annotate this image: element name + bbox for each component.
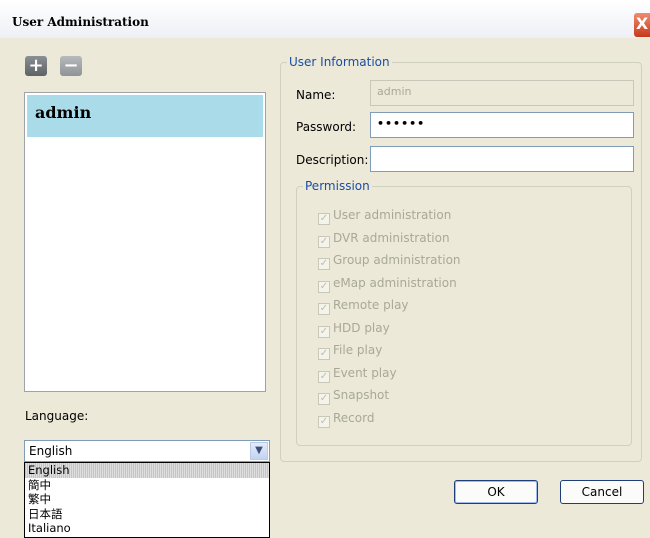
permission-emap-administration: ✓ eMap administration <box>318 276 457 294</box>
permission-legend: Permission <box>303 179 372 193</box>
permission-label: Group administration <box>333 253 461 267</box>
checkbox-icon: ✓ <box>318 393 330 405</box>
permission-label: eMap administration <box>333 276 457 290</box>
ok-button[interactable]: OK <box>454 480 538 504</box>
language-option-simplified-chinese[interactable]: 簡中 <box>25 478 269 493</box>
permission-file-play: ✓ File play <box>318 343 382 361</box>
language-option-japanese[interactable]: 日本語 <box>25 507 269 522</box>
language-select[interactable]: English ▼ <box>24 440 270 462</box>
checkbox-icon: ✓ <box>318 348 330 360</box>
language-option-english[interactable]: English <box>25 463 269 478</box>
permission-user-administration: ✓ User administration <box>318 208 451 226</box>
close-button[interactable]: X <box>634 13 650 37</box>
checkbox-icon: ✓ <box>318 281 330 293</box>
language-dropdown-list: English 簡中 繁中 日本語 Italiano <box>24 462 270 538</box>
permission-event-play: ✓ Event play <box>318 366 397 384</box>
language-selected-value: English <box>29 444 73 458</box>
password-field[interactable]: •••••• <box>370 112 634 138</box>
description-label: Description: <box>296 153 369 167</box>
user-list-item[interactable]: admin <box>27 95 263 137</box>
title-bar[interactable]: User Administration X <box>0 0 650 38</box>
permission-record: ✓ Record <box>318 411 374 429</box>
checkbox-icon: ✓ <box>318 416 330 428</box>
add-user-button[interactable]: + <box>25 56 47 76</box>
permission-label: Snapshot <box>333 388 390 402</box>
permission-group-administration: ✓ Group administration <box>318 253 461 271</box>
checkbox-icon: ✓ <box>318 303 330 315</box>
checkbox-icon: ✓ <box>318 258 330 270</box>
user-name: admin <box>35 103 92 122</box>
chevron-down-icon[interactable]: ▼ <box>250 442 268 460</box>
permission-label: HDD play <box>333 321 390 335</box>
permission-label: User administration <box>333 208 452 222</box>
permission-dvr-administration: ✓ DVR administration <box>318 231 450 249</box>
permission-label: Record <box>333 411 375 425</box>
checkbox-icon: ✓ <box>318 236 330 248</box>
cancel-button[interactable]: Cancel <box>560 480 644 504</box>
permission-snapshot: ✓ Snapshot <box>318 388 389 406</box>
permission-label: File play <box>333 343 383 357</box>
description-field[interactable] <box>370 146 634 172</box>
permission-hdd-play: ✓ HDD play <box>318 321 390 339</box>
permission-label: Event play <box>333 366 397 380</box>
name-label: Name: <box>296 88 336 102</box>
permission-label: Remote play <box>333 298 409 312</box>
permission-remote-play: ✓ Remote play <box>318 298 409 316</box>
window-title: User Administration <box>12 15 149 29</box>
checkbox-icon: ✓ <box>318 326 330 338</box>
language-option-traditional-chinese[interactable]: 繁中 <box>25 492 269 507</box>
user-information-legend: User Information <box>287 55 392 69</box>
remove-user-button[interactable]: − <box>60 56 82 76</box>
close-icon: X <box>635 14 649 33</box>
plus-icon: + <box>28 55 44 76</box>
permission-label: DVR administration <box>333 231 450 245</box>
checkbox-icon: ✓ <box>318 371 330 383</box>
name-field: admin <box>370 80 634 106</box>
checkbox-icon: ✓ <box>318 213 330 225</box>
language-label: Language: <box>25 409 89 423</box>
minus-icon: − <box>63 55 79 76</box>
user-list[interactable]: admin <box>24 92 266 392</box>
language-option-italian[interactable]: Italiano <box>25 521 269 536</box>
password-label: Password: <box>296 120 357 134</box>
